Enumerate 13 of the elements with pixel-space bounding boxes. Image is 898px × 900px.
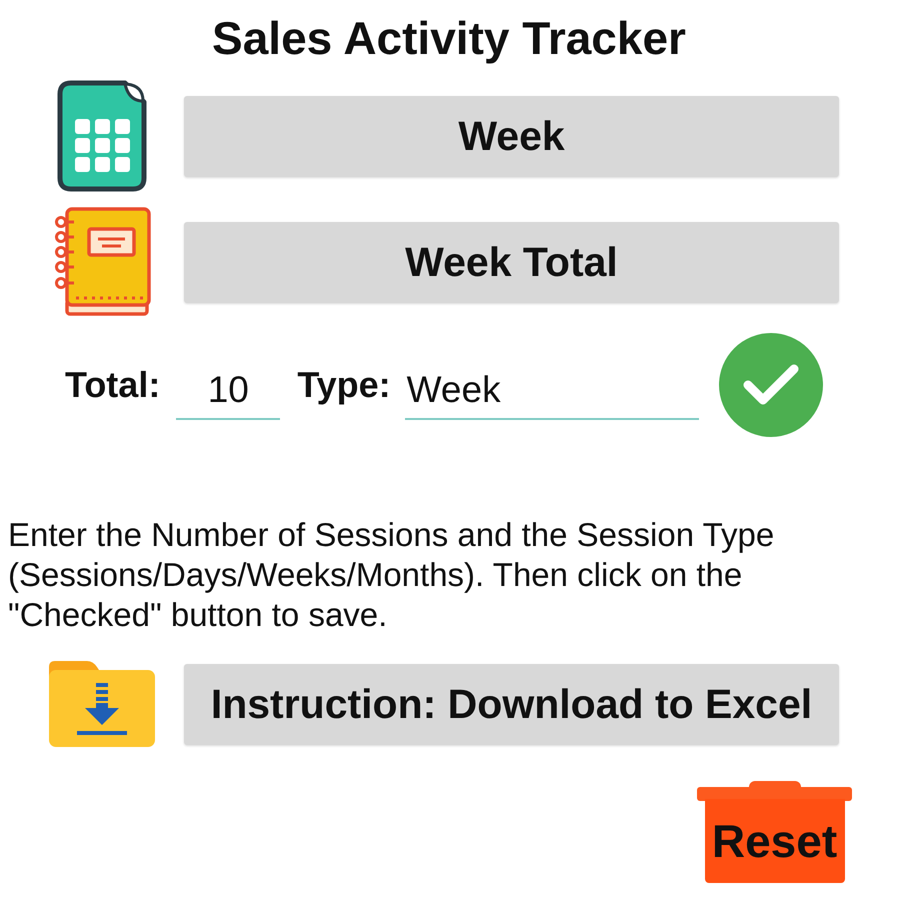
total-field[interactable]: 10 <box>176 362 280 420</box>
total-label: Total: <box>65 364 160 406</box>
download-excel-button[interactable]: Instruction: Download to Excel <box>184 664 839 744</box>
type-label: Type: <box>297 364 391 406</box>
type-field[interactable]: Week <box>404 362 699 420</box>
week-button[interactable]: Week <box>184 96 839 176</box>
week-total-button[interactable]: Week Total <box>184 222 839 302</box>
notebook-icon <box>54 207 150 317</box>
grid-file-icon <box>57 80 147 192</box>
app-title: Sales Activity Tracker <box>212 11 686 65</box>
check-icon <box>742 364 799 406</box>
instructions-text: Enter the Number of Sessions and the Session Type (Sessions/Days/Weeks/Months). Then click on the "Checked" button to save. <box>8 515 776 635</box>
folder-download-icon <box>49 661 155 747</box>
